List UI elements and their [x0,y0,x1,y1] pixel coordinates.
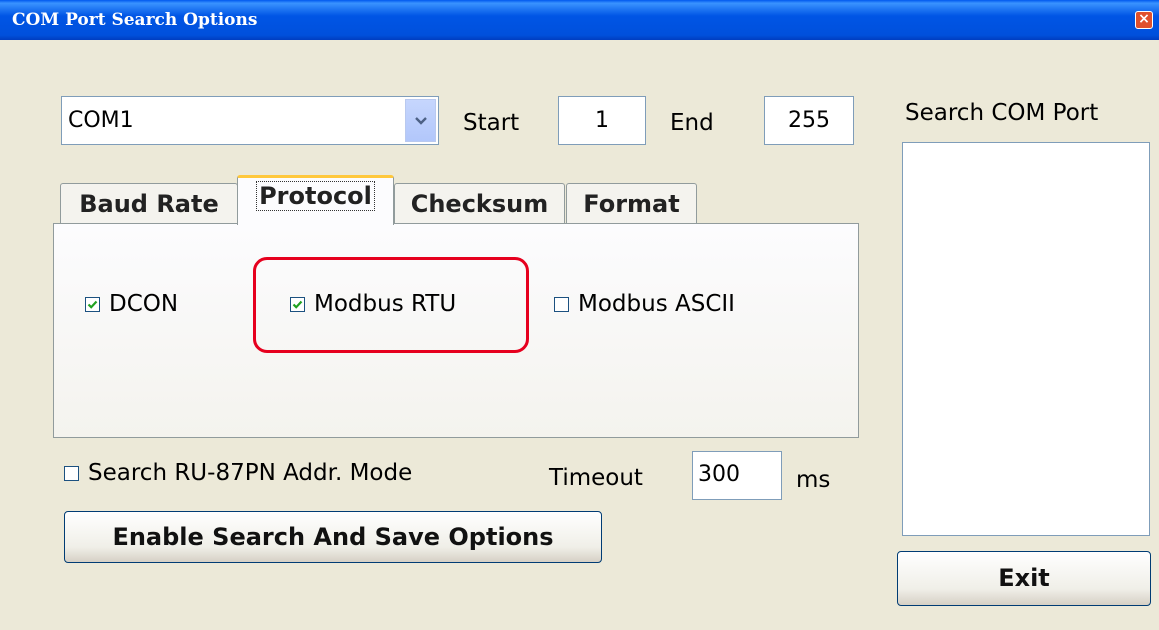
timeout-label: Timeout [549,465,643,491]
enable-search-button[interactable]: Enable Search And Save Options [64,511,602,563]
close-icon[interactable]: × [1135,11,1153,29]
tab-baud-rate[interactable]: Baud Rate [60,183,238,224]
com-port-select[interactable]: COM1 [61,96,439,145]
com-port-list[interactable] [902,142,1150,536]
dropdown-button[interactable] [405,99,436,142]
timeout-unit: ms [796,467,831,493]
search-com-port-label: Search COM Port [905,100,1099,126]
dcon-label: DCON [109,291,179,317]
modbus-ascii-label: Modbus ASCII [578,291,735,317]
tab-checksum[interactable]: Checksum [394,183,565,224]
title-bar: COM Port Search Options × [0,0,1159,40]
checkmark-icon [87,300,98,309]
dcon-checkbox[interactable] [85,297,100,312]
ru87pn-label: Search RU-87PN Addr. Mode [88,460,413,486]
modbus-rtu-checkbox[interactable] [290,297,305,312]
tab-protocol-label: Protocol [256,181,375,211]
start-field[interactable]: 1 [558,96,646,145]
modbus-ascii-checkbox[interactable] [554,297,569,312]
start-label: Start [463,110,520,136]
end-label: End [670,110,714,136]
ru87pn-checkbox[interactable] [64,466,79,481]
checkmark-icon [292,300,303,309]
com-port-value: COM1 [68,108,134,133]
end-field[interactable]: 255 [764,96,854,145]
window-title: COM Port Search Options [12,10,258,30]
exit-button[interactable]: Exit [897,551,1151,606]
tab-protocol[interactable]: Protocol [237,175,394,225]
tab-format[interactable]: Format [566,183,697,224]
modbus-rtu-label: Modbus RTU [314,291,457,317]
timeout-field[interactable]: 300 [692,451,782,500]
chevron-down-icon [415,117,427,125]
